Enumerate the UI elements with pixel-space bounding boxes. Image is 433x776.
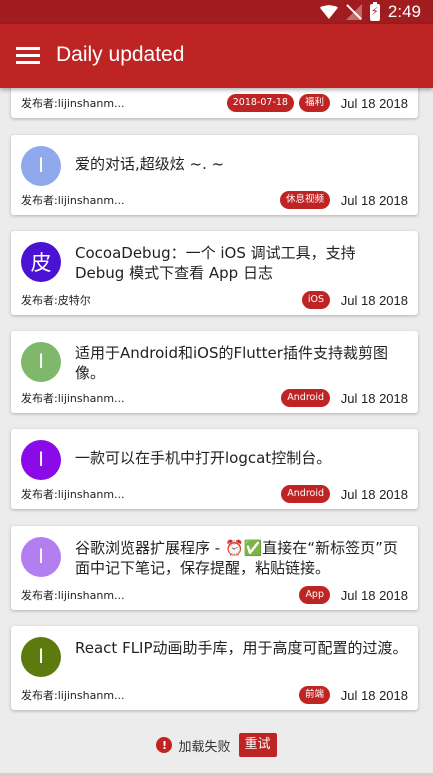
- feed-card[interactable]: 发布者:lijinshanm... 2018-07-18 福利 Jul 18 2…: [11, 88, 418, 118]
- tag-badge: 2018-07-18: [226, 94, 294, 112]
- date-label: Jul 18 2018: [340, 486, 408, 502]
- author-label: 发布者:lijinshanm...: [21, 689, 125, 702]
- status-icons: ⚡ 2:49: [319, 1, 421, 22]
- author-label: 发布者:lijinshanm...: [21, 392, 125, 405]
- date-label: Jul 18 2018: [340, 95, 408, 111]
- card-meta: 发布者:lijinshanm... 2018-07-18 福利 Jul 18 2…: [21, 94, 408, 112]
- card-description: 一款可以在手机中打开logcat控制台。: [75, 449, 332, 467]
- author-label: 发布者:皮特尔: [21, 294, 91, 307]
- card-meta: 发布者:lijinshanm... 休息视频 Jul 18 2018: [21, 191, 408, 209]
- date-label: Jul 18 2018: [340, 390, 408, 406]
- card-meta: 发布者:lijinshanm... App Jul 18 2018: [21, 586, 408, 604]
- avatar: I: [21, 537, 61, 577]
- tag-badge: Android: [281, 485, 330, 503]
- avatar: I: [21, 637, 61, 677]
- author-label: 发布者:lijinshanm...: [21, 194, 125, 207]
- tag-badge: App: [299, 586, 330, 604]
- date-label: Jul 18 2018: [340, 292, 408, 308]
- card-meta: 发布者:lijinshanm... 前端 Jul 18 2018: [21, 686, 408, 704]
- author-label: 发布者:lijinshanm...: [21, 589, 125, 602]
- feed-card[interactable]: I 爱的对话,超级炫 ~. ~ 发布者:lijinshanm... 休息视频 J…: [11, 135, 418, 215]
- tag-badge: 前端: [298, 686, 330, 704]
- tag-badge: 休息视频: [279, 191, 330, 209]
- feed-card[interactable]: I React FLIP动画助手库，用于高度可配置的过渡。 发布者:lijins…: [11, 626, 418, 710]
- author-label: 发布者:lijinshanm...: [21, 488, 125, 501]
- app-bar: Daily updated: [0, 24, 433, 88]
- tag-badge: 福利: [298, 94, 330, 112]
- card-meta: 发布者:lijinshanm... Android Jul 18 2018: [21, 389, 408, 407]
- avatar: 皮: [21, 242, 61, 282]
- tag-badge: iOS: [301, 291, 330, 309]
- card-description: React FLIP动画助手库，用于高度可配置的过渡。: [75, 639, 408, 657]
- date-label: Jul 18 2018: [340, 687, 408, 703]
- tag-badge: Android: [281, 389, 330, 407]
- feed-card[interactable]: I 一款可以在手机中打开logcat控制台。 发布者:lijinshanm...…: [11, 429, 418, 509]
- card-description: 爱的对话,超级炫 ~. ~: [75, 155, 225, 173]
- date-label: Jul 18 2018: [340, 587, 408, 603]
- card-description: CocoaDebug：一个 iOS 调试工具，支持 Debug 模式下查看 Ap…: [75, 244, 356, 282]
- no-signal-icon: [346, 4, 362, 20]
- author-label: 发布者:lijinshanm...: [21, 97, 125, 110]
- card-meta: 发布者:lijinshanm... Android Jul 18 2018: [21, 485, 408, 503]
- battery-charging-icon: ⚡: [369, 1, 380, 21]
- avatar: I: [21, 342, 61, 382]
- hamburger-menu-icon[interactable]: [12, 40, 44, 72]
- date-label: Jul 18 2018: [340, 192, 408, 208]
- feed-card[interactable]: 皮 CocoaDebug：一个 iOS 调试工具，支持 Debug 模式下查看 …: [11, 231, 418, 315]
- feed-list[interactable]: 发布者:lijinshanm... 2018-07-18 福利 Jul 18 2…: [0, 88, 433, 776]
- page-title: Daily updated: [56, 43, 185, 66]
- feed-card[interactable]: I 适用于Android和iOS的Flutter插件支持裁剪图像。 发布者:li…: [11, 331, 418, 413]
- status-bar: ⚡ 2:49: [0, 0, 433, 24]
- load-failed-label: 加载失败: [178, 739, 231, 755]
- card-meta: 发布者:皮特尔 iOS Jul 18 2018: [21, 291, 408, 309]
- card-description: 谷歌浏览器扩展程序 - ⏰✅直接在“新标签页”页面中记下笔记，保存提醒，粘贴链接…: [75, 539, 398, 577]
- error-icon: !: [156, 737, 173, 753]
- wifi-icon: [319, 5, 338, 19]
- feed-card[interactable]: I 谷歌浏览器扩展程序 - ⏰✅直接在“新标签页”页面中记下笔记，保存提醒，粘贴…: [11, 526, 418, 610]
- load-status: ! 加载失败 重试: [0, 733, 433, 757]
- avatar: I: [21, 146, 61, 186]
- avatar: I: [21, 440, 61, 480]
- retry-button[interactable]: 重试: [238, 733, 277, 757]
- card-description: 适用于Android和iOS的Flutter插件支持裁剪图像。: [75, 344, 388, 382]
- status-time: 2:49: [387, 2, 421, 21]
